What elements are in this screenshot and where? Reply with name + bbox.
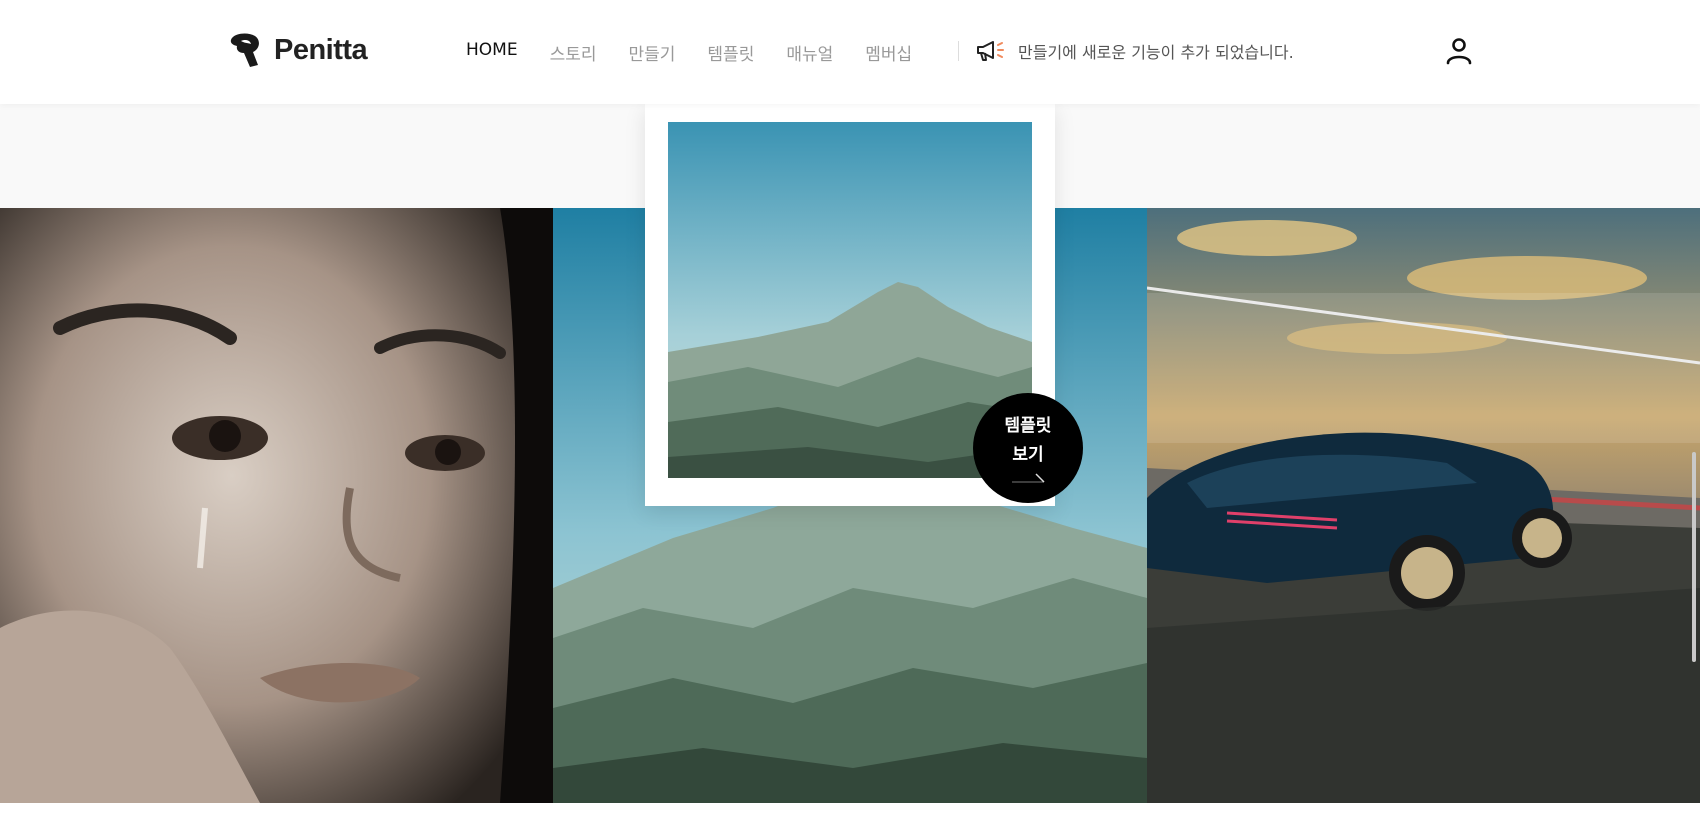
sports-car-photo[interactable] [1147,208,1700,803]
brand-logo[interactable]: Penitta [228,32,368,68]
notice-banner[interactable]: 만들기에 새로운 기능이 추가 되었습니다. [976,39,1294,63]
nav-item-create[interactable]: 만들기 [629,40,676,65]
user-account-button[interactable] [1444,36,1474,66]
cta-label-line1: 템플릿 [1004,416,1052,436]
page-scrollbar[interactable] [1692,452,1696,662]
notice-text: 만들기에 새로운 기능이 추가 되었습니다. [1018,43,1294,62]
view-template-button[interactable]: 템플릿 보기 [973,393,1083,503]
header-divider [958,41,959,61]
nav-item-membership[interactable]: 멤버십 [865,40,912,65]
cta-label-line2: 보기 [1012,445,1044,465]
nav-item-templates[interactable]: 템플릿 [707,40,754,65]
arrow-icon [1012,473,1045,483]
site-header: Penitta HOME 스토리 만들기 템플릿 매뉴얼 멤버십 만들기에 새로… [0,0,1700,104]
nav-item-manual[interactable]: 매뉴얼 [786,40,833,65]
user-icon [1446,38,1472,65]
megaphone-icon [977,41,1004,61]
logo-mark-icon [230,33,259,67]
main-nav: HOME 스토리 만들기 템플릿 매뉴얼 멤버십 [466,40,912,65]
nav-item-story[interactable]: 스토리 [550,40,597,65]
nav-item-home[interactable]: HOME [466,40,518,65]
crying-woman-photo[interactable] [0,208,553,803]
brand-name: Penitta [274,33,368,66]
